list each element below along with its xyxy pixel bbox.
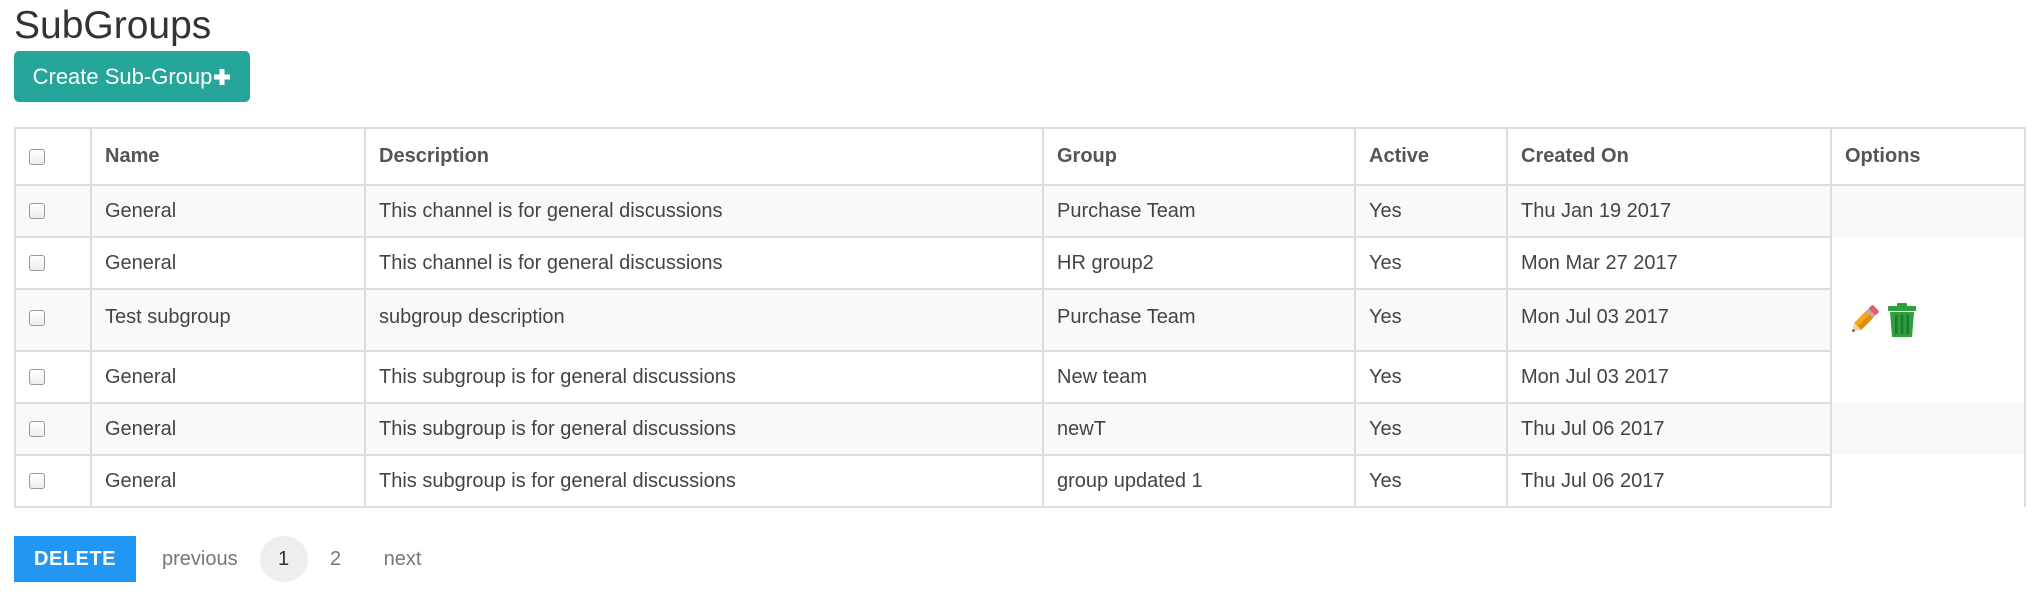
- cell-name: Test subgroup: [90, 288, 366, 352]
- row-options: [1845, 301, 1919, 339]
- page-2-button[interactable]: 2: [312, 536, 360, 582]
- column-header-description[interactable]: Description: [364, 127, 1044, 186]
- cell-group: Purchase Team: [1042, 184, 1356, 238]
- cell-options: [1830, 185, 2026, 237]
- cell-options: [1830, 289, 2026, 351]
- column-header-group[interactable]: Group: [1042, 127, 1356, 186]
- table-row[interactable]: General This channel is for general discu…: [14, 184, 2026, 238]
- row-checkbox[interactable]: [29, 473, 45, 490]
- trash-icon[interactable]: [1885, 301, 1919, 339]
- cell-created-on: Thu Jan 19 2017: [1506, 184, 1832, 238]
- cell-options: [1830, 455, 2026, 507]
- cell-created-on: Mon Mar 27 2017: [1506, 236, 1832, 290]
- cell-description: This subgroup is for general discussions: [364, 402, 1044, 456]
- table-header-row: Name Description Group Active Created On…: [14, 127, 2026, 186]
- row-select-cell: [14, 454, 92, 508]
- cell-name: General: [90, 454, 366, 508]
- cell-group: New team: [1042, 350, 1356, 404]
- column-header-options: Options: [1830, 127, 2026, 186]
- row-checkbox[interactable]: [29, 421, 45, 438]
- pagination-bar: DELETE previous 1 2 next: [14, 536, 421, 582]
- page-1-button[interactable]: 1: [259, 536, 308, 582]
- cell-active: Yes: [1354, 288, 1508, 352]
- page-title: SubGroups: [14, 4, 212, 47]
- subgroups-page: SubGroups Create Sub-Group Name Descript…: [0, 0, 2036, 598]
- cell-name: General: [90, 236, 366, 290]
- cell-description: subgroup description: [364, 288, 1044, 352]
- column-header-name[interactable]: Name: [90, 127, 366, 186]
- cell-name: General: [90, 350, 366, 404]
- cell-active: Yes: [1354, 236, 1508, 290]
- row-select-cell: [14, 402, 92, 456]
- cell-group: HR group2: [1042, 236, 1356, 290]
- row-checkbox[interactable]: [29, 309, 45, 326]
- previous-page-link[interactable]: previous: [162, 548, 238, 571]
- cell-created-on: Thu Jul 06 2017: [1506, 402, 1832, 456]
- cell-options: [1830, 403, 2026, 455]
- row-checkbox[interactable]: [29, 203, 45, 220]
- row-select-cell: [14, 184, 92, 238]
- row-select-cell: [14, 350, 92, 404]
- cell-description: This channel is for general discussions: [364, 184, 1044, 238]
- cell-created-on: Thu Jul 06 2017: [1506, 454, 1832, 508]
- cell-group: Purchase Team: [1042, 288, 1356, 352]
- plus-icon: [214, 68, 231, 85]
- cell-created-on: Mon Jul 03 2017: [1506, 288, 1832, 352]
- column-header-active[interactable]: Active: [1354, 127, 1508, 186]
- table-row[interactable]: Test subgroup subgroup description Purchas…: [14, 288, 2026, 352]
- cell-options: [1830, 351, 2026, 403]
- select-all-cell: [14, 127, 92, 186]
- select-all-checkbox[interactable]: [29, 148, 45, 165]
- create-subgroup-button[interactable]: Create Sub-Group: [14, 51, 250, 102]
- table-row[interactable]: General This subgroup is for general disc…: [14, 402, 2026, 456]
- cell-active: Yes: [1354, 454, 1508, 508]
- row-select-cell: [14, 236, 92, 290]
- subgroups-table: Name Description Group Active Created On…: [14, 127, 2026, 508]
- cell-group: newT: [1042, 402, 1356, 456]
- cell-name: General: [90, 184, 366, 238]
- cell-group: group updated 1: [1042, 454, 1356, 508]
- row-checkbox[interactable]: [29, 255, 45, 272]
- cell-description: This subgroup is for general discussions: [364, 350, 1044, 404]
- cell-description: This channel is for general discussions: [364, 236, 1044, 290]
- table-body: General This channel is for general discu…: [14, 184, 2026, 508]
- row-checkbox[interactable]: [29, 369, 45, 386]
- row-select-cell: [14, 288, 92, 352]
- table-row[interactable]: General This channel is for general discu…: [14, 236, 2026, 290]
- column-header-created-on[interactable]: Created On: [1506, 127, 1832, 186]
- cell-active: Yes: [1354, 184, 1508, 238]
- cell-created-on: Mon Jul 03 2017: [1506, 350, 1832, 404]
- cell-active: Yes: [1354, 402, 1508, 456]
- cell-active: Yes: [1354, 350, 1508, 404]
- table-row[interactable]: General This subgroup is for general disc…: [14, 350, 2026, 404]
- pencil-icon[interactable]: [1845, 301, 1883, 339]
- cell-options: [1830, 237, 2026, 289]
- next-page-link[interactable]: next: [384, 548, 422, 571]
- create-subgroup-label: Create Sub-Group: [32, 63, 213, 89]
- delete-button[interactable]: DELETE: [14, 536, 136, 582]
- table-row[interactable]: General This subgroup is for general disc…: [14, 454, 2026, 508]
- cell-description: This subgroup is for general discussions: [364, 454, 1044, 508]
- cell-name: General: [90, 402, 366, 456]
